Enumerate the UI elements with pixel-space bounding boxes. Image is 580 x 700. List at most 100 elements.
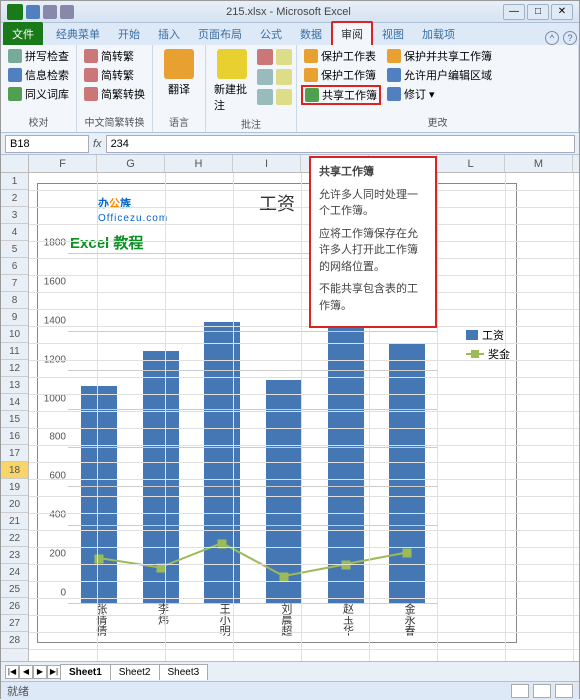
page-layout-button[interactable] [533,684,551,698]
share-workbook-button[interactable]: 共享工作簿 [301,85,381,105]
traditional-button[interactable]: 简转繁 [81,66,148,84]
thesaurus-button[interactable]: 同义词库 [5,85,72,103]
minimize-ribbon-icon[interactable]: ^ [545,31,559,45]
protect-workbook-button[interactable]: 保护工作簿 [301,66,381,84]
protect-share-button[interactable]: 保护并共享工作簿 [384,47,495,65]
row-header[interactable]: 3 [1,207,28,224]
row-header[interactable]: 12 [1,360,28,377]
row-header[interactable]: 18 [1,462,28,479]
protect-sheet-button[interactable]: 保护工作表 [301,47,381,65]
line-point [94,554,103,563]
col-header[interactable]: L [437,155,505,172]
embedded-chart[interactable]: 办公族 Officezu.com 工资 Excel 教程 02004006008… [37,183,517,643]
row-header[interactable]: 14 [1,394,28,411]
tab-review[interactable]: 审阅 [331,21,373,45]
col-header[interactable]: G [97,155,165,172]
maximize-button[interactable]: □ [527,4,549,20]
row-header[interactable]: 17 [1,445,28,462]
show-ink-icon[interactable] [276,89,292,105]
last-sheet-button[interactable]: ▶| [47,665,61,679]
chart-legend: 工资 奖金 [466,324,510,365]
row-header[interactable]: 10 [1,326,28,343]
next-comment-icon[interactable] [257,89,273,105]
show-comment-icon[interactable] [276,49,292,65]
simplified-button[interactable]: 简转繁 [81,47,148,65]
row-header[interactable]: 2 [1,190,28,207]
tab-insert[interactable]: 插入 [149,22,189,45]
formula-bar[interactable]: 234 [106,135,575,153]
show-all-icon[interactable] [276,69,292,85]
row-header[interactable]: 13 [1,377,28,394]
row-header[interactable]: 6 [1,258,28,275]
spellcheck-button[interactable]: 拼写检查 [5,47,72,65]
group-label: 语言 [157,113,201,130]
row-header[interactable]: 5 [1,241,28,258]
save-icon[interactable] [26,5,40,19]
normal-view-button[interactable] [511,684,529,698]
help-icon[interactable]: ? [563,31,577,45]
row-header[interactable]: 21 [1,513,28,530]
ribbon-tabs: 文件 经典菜单 开始 插入 页面布局 公式 数据 审阅 视图 加载项 ^ ? [1,23,579,45]
translate-button[interactable]: 翻译 [157,47,201,113]
col-header[interactable]: M [505,155,573,172]
row-headers: 1234567891011121314151617181920212223242… [1,173,29,661]
tab-home[interactable]: 开始 [109,22,149,45]
row-header[interactable]: 7 [1,275,28,292]
tab-classic[interactable]: 经典菜单 [47,22,109,45]
col-header[interactable]: H [165,155,233,172]
row-header[interactable]: 28 [1,632,28,649]
row-header[interactable]: 23 [1,547,28,564]
excel-icon[interactable] [7,4,23,20]
row-header[interactable]: 15 [1,411,28,428]
redo-icon[interactable] [60,5,74,19]
row-header[interactable]: 26 [1,598,28,615]
name-box[interactable]: B18 [5,135,89,153]
tab-formulas[interactable]: 公式 [251,22,291,45]
sheet-tab[interactable]: Sheet2 [110,664,160,680]
sheet-tab[interactable]: Sheet1 [60,664,111,680]
row-header[interactable]: 19 [1,479,28,496]
tab-file[interactable]: 文件 [3,22,43,45]
tab-layout[interactable]: 页面布局 [189,22,251,45]
track-changes-button[interactable]: 修订 ▾ [384,85,495,103]
cells-area[interactable]: 办公族 Officezu.com 工资 Excel 教程 02004006008… [29,173,579,661]
group-changes: 保护工作表 保护工作簿 共享工作簿 保护并共享工作簿 允许用户编辑区域 修订 ▾… [297,45,579,132]
row-header[interactable]: 8 [1,292,28,309]
row-header[interactable]: 20 [1,496,28,513]
delete-comment-icon[interactable] [257,49,273,65]
row-header[interactable]: 24 [1,564,28,581]
row-header[interactable]: 27 [1,615,28,632]
tab-view[interactable]: 视图 [373,22,413,45]
select-all-corner[interactable] [1,155,29,172]
first-sheet-button[interactable]: |◀ [5,665,19,679]
legend-swatch-line [466,353,484,355]
status-bar: 就绪 [1,681,579,700]
x-label: 李炜 [155,603,171,625]
allow-edit-button[interactable]: 允许用户编辑区域 [384,66,495,84]
row-header[interactable]: 11 [1,343,28,360]
col-header[interactable]: F [29,155,97,172]
close-button[interactable]: ✕ [551,4,573,20]
convert-button[interactable]: 简繁转换 [81,85,148,103]
prev-sheet-button[interactable]: ◀ [19,665,33,679]
sheet-tab[interactable]: Sheet3 [159,664,209,680]
quick-access-toolbar [7,4,74,20]
next-sheet-button[interactable]: ▶ [33,665,47,679]
page-break-button[interactable] [555,684,573,698]
row-header[interactable]: 4 [1,224,28,241]
tab-data[interactable]: 数据 [291,22,331,45]
row-header[interactable]: 22 [1,530,28,547]
undo-icon[interactable] [43,5,57,19]
row-header[interactable]: 16 [1,428,28,445]
minimize-button[interactable]: — [503,4,525,20]
tab-addins[interactable]: 加载项 [413,22,464,45]
group-language: 翻译 语言 [153,45,206,132]
row-header[interactable]: 25 [1,581,28,598]
new-comment-button[interactable]: 新建批注 [210,47,254,115]
prev-comment-icon[interactable] [257,69,273,85]
fx-icon[interactable]: fx [93,138,102,150]
col-header[interactable]: I [233,155,301,172]
research-button[interactable]: 信息检索 [5,66,72,84]
row-header[interactable]: 9 [1,309,28,326]
row-header[interactable]: 1 [1,173,28,190]
